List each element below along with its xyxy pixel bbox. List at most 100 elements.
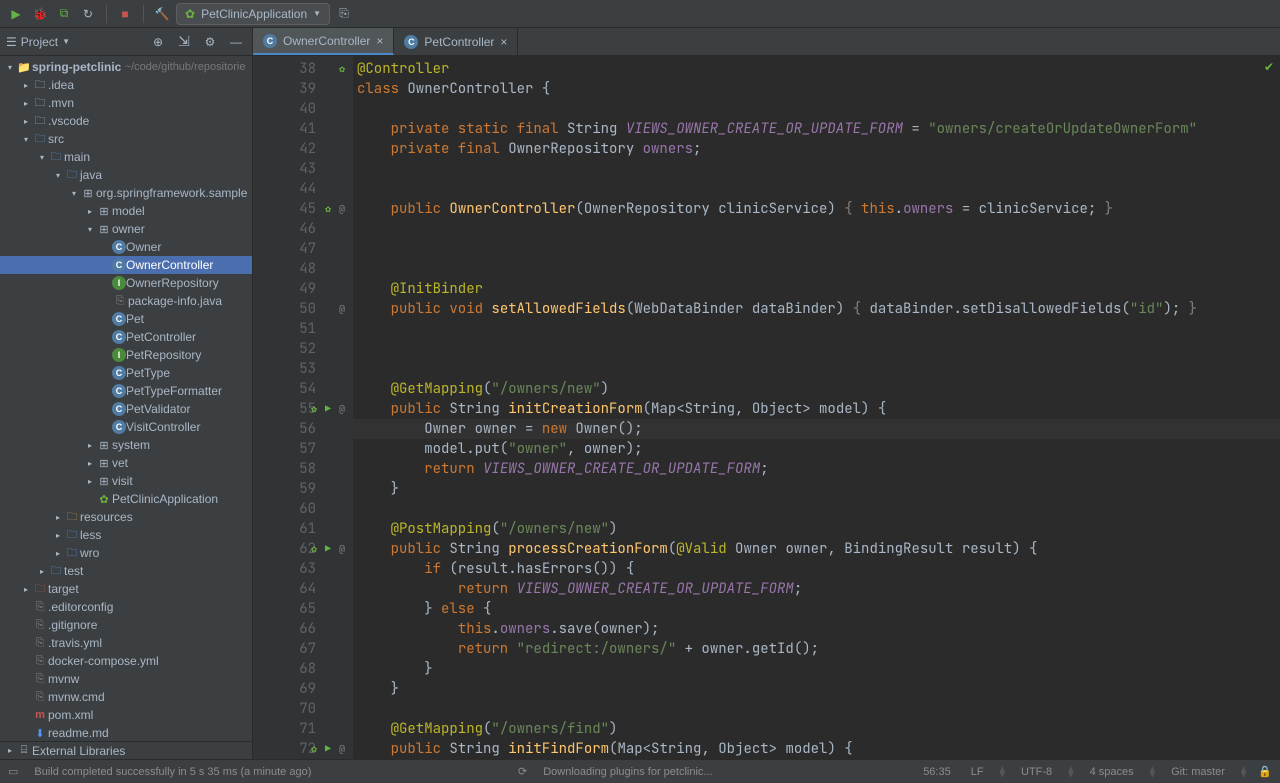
code-line-53[interactable] [353,359,1280,379]
tree-item-pettypeformatter[interactable]: CPetTypeFormatter [0,382,252,400]
code-line-64[interactable]: return VIEWS_OWNER_CREATE_OR_UPDATE_FORM… [353,579,1280,599]
run-icon[interactable]: ▶ [6,4,26,24]
line-separator[interactable]: LF [967,766,988,778]
tree-item-ownercontroller[interactable]: COwnerController [0,256,252,274]
tree-item-readme-md[interactable]: ⬇readme.md [0,724,252,741]
gutter-line-67[interactable]: 67 [253,639,352,659]
gutter-line-47[interactable]: 47 [253,239,352,259]
mapping-gutter-icon[interactable]: @ [336,203,348,215]
external-libraries[interactable]: ▸ ⌸ External Libraries [0,741,252,759]
tree-item-pet[interactable]: CPet [0,310,252,328]
collapse-all-icon[interactable]: ⇲ [174,32,194,52]
gutter-line-40[interactable]: 40 [253,99,352,119]
tab-ownercontroller[interactable]: COwnerController× [253,28,394,55]
select-opened-file-icon[interactable]: ⊕ [148,32,168,52]
tab-petcontroller[interactable]: CPetController× [394,28,518,55]
gutter-line-51[interactable]: 51 [253,319,352,339]
tree-item-resources[interactable]: ▸🗀resources [0,508,252,526]
tree-item-petclinicapplication[interactable]: ✿PetClinicApplication [0,490,252,508]
code-line-56[interactable]: Owner owner = new Owner(); [353,419,1280,439]
tree-item--vscode[interactable]: ▸🗀.vscode [0,112,252,130]
gutter-line-54[interactable]: 54 [253,379,352,399]
gutter-line-50[interactable]: 50@ [253,299,352,319]
code-editor[interactable]: @Controllerclass OwnerController { priva… [353,56,1280,759]
gutter-line-66[interactable]: 66 [253,619,352,639]
code-line-50[interactable]: public void setAllowedFields(WebDataBind… [353,299,1280,319]
code-line-72[interactable]: public String initFindForm(Map<String, O… [353,739,1280,759]
tree-item--idea[interactable]: ▸🗀.idea [0,76,252,94]
code-line-43[interactable] [353,159,1280,179]
code-line-45[interactable]: public OwnerController(OwnerRepository c… [353,199,1280,219]
spring-gutter-icon[interactable]: ✿ [322,203,334,215]
close-icon[interactable]: × [500,35,507,49]
tree-item-petcontroller[interactable]: CPetController [0,328,252,346]
close-icon[interactable]: × [376,34,383,48]
file-encoding[interactable]: UTF-8 [1017,766,1056,778]
gutter-line-49[interactable]: 49 [253,279,352,299]
code-line-48[interactable] [353,259,1280,279]
gutter-line-43[interactable]: 43 [253,159,352,179]
code-line-44[interactable] [353,179,1280,199]
stop-icon[interactable]: ■ [115,4,135,24]
tree-item-java[interactable]: ▾🗀java [0,166,252,184]
code-line-57[interactable]: model.put("owner", owner); [353,439,1280,459]
gutter-line-48[interactable]: 48 [253,259,352,279]
code-line-54[interactable]: @GetMapping("/owners/new") [353,379,1280,399]
gutter-line-53[interactable]: 53 [253,359,352,379]
project-tree[interactable]: ▾ 📁 spring-petclinic ~/code/github/repos… [0,56,252,741]
gutter-line-65[interactable]: 65 [253,599,352,619]
gutter-line-69[interactable]: 69 [253,679,352,699]
code-line-70[interactable] [353,699,1280,719]
gutter-line-68[interactable]: 68 [253,659,352,679]
gutter-line-63[interactable]: 63 [253,559,352,579]
gutter-line-38[interactable]: 38✿ [253,59,352,79]
gutter-line-39[interactable]: 39 [253,79,352,99]
build-status[interactable]: Build completed successfully in 5 s 35 m… [30,766,315,778]
gutter-line-64[interactable]: 64 [253,579,352,599]
gutter-line-45[interactable]: 45✿@ [253,199,352,219]
lock-icon[interactable]: 🔒 [1258,765,1272,778]
tree-item--gitignore[interactable]: ⎘.gitignore [0,616,252,634]
rerun-icon[interactable]: ↻ [78,4,98,24]
code-line-49[interactable]: @InitBinder [353,279,1280,299]
code-line-60[interactable] [353,499,1280,519]
caret-down-icon[interactable]: ▼ [62,37,70,46]
code-line-61[interactable]: @PostMapping("/owners/new") [353,519,1280,539]
gutter-line-52[interactable]: 52 [253,339,352,359]
tree-item-wro[interactable]: ▸🗀wro [0,544,252,562]
gutter-line-70[interactable]: 70 [253,699,352,719]
code-line-59[interactable]: } [353,479,1280,499]
tree-item--travis-yml[interactable]: ⎘.travis.yml [0,634,252,652]
mapping-gutter-icon[interactable]: @ [336,403,348,415]
gutter-line-55[interactable]: 55✿▶@ [253,399,352,419]
run-gutter-icon[interactable]: ▶ [322,403,334,415]
project-root[interactable]: ▾ 📁 spring-petclinic ~/code/github/repos… [0,58,252,76]
tree-item-test[interactable]: ▸🗀test [0,562,252,580]
code-line-52[interactable] [353,339,1280,359]
build-icon[interactable]: 🔨 [152,4,172,24]
debug-icon[interactable]: 🐞 [30,4,50,24]
code-line-38[interactable]: @Controller [353,59,1280,79]
tree-item-owner[interactable]: COwner [0,238,252,256]
tree-item-pom-xml[interactable]: mpom.xml [0,706,252,724]
code-line-69[interactable]: } [353,679,1280,699]
code-line-39[interactable]: class OwnerController { [353,79,1280,99]
code-line-71[interactable]: @GetMapping("/owners/find") [353,719,1280,739]
gutter-line-42[interactable]: 42 [253,139,352,159]
run-gutter-icon[interactable]: ▶ [322,743,334,755]
code-line-41[interactable]: private static final String VIEWS_OWNER_… [353,119,1280,139]
spring-gutter-icon[interactable]: ✿ [308,543,320,555]
code-line-51[interactable] [353,319,1280,339]
gutter-line-44[interactable]: 44 [253,179,352,199]
tree-item-petvalidator[interactable]: CPetValidator [0,400,252,418]
mapping-gutter-icon[interactable]: @ [336,543,348,555]
settings-icon[interactable]: ⚙ [200,32,220,52]
editor-gutter[interactable]: 38✿39404142434445✿@4647484950@5152535455… [253,56,353,759]
tree-item-mvnw[interactable]: ⎘mvnw [0,670,252,688]
code-line-67[interactable]: return "redirect:/owners/" + owner.getId… [353,639,1280,659]
gutter-line-57[interactable]: 57 [253,439,352,459]
attach-icon[interactable]: ⎘ [334,4,354,24]
hide-icon[interactable]: — [226,32,246,52]
code-line-46[interactable] [353,219,1280,239]
tree-item-target[interactable]: ▸🗀target [0,580,252,598]
